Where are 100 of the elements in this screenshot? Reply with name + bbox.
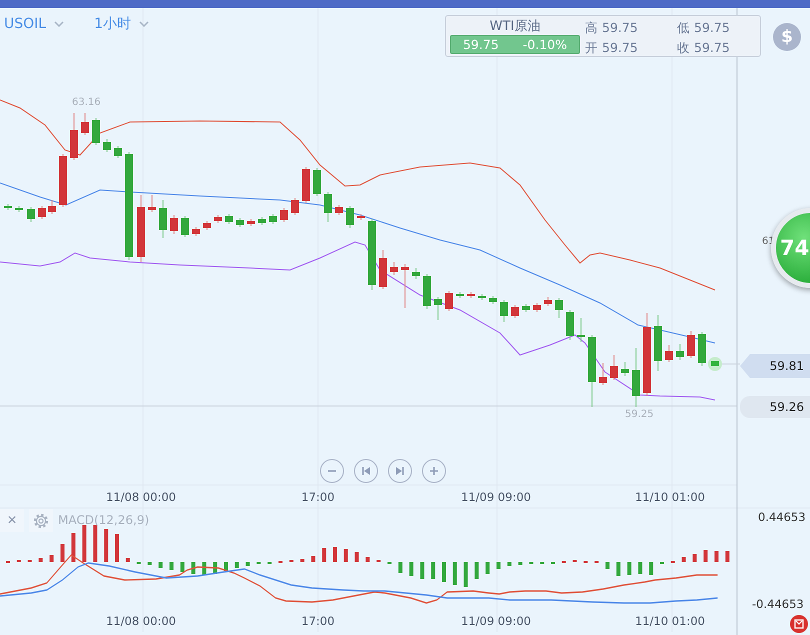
histogram-bar	[213, 562, 218, 574]
time-axis-label: 11/08 00:00	[105, 614, 177, 628]
reference-price-tag: 59.26	[740, 396, 810, 418]
histogram-bar	[420, 562, 424, 579]
histogram-bar	[474, 562, 479, 579]
symbol-dropdown[interactable]: USOIL	[4, 15, 64, 33]
candlestick	[357, 214, 365, 220]
histogram-bar	[627, 562, 632, 575]
candlestick	[170, 214, 178, 234]
histogram-bar	[246, 562, 250, 566]
skip-back-icon	[361, 466, 371, 476]
candlestick	[401, 264, 409, 308]
time-axis-label: 11/10 01:00	[634, 614, 706, 628]
score-value: 74	[780, 236, 810, 260]
candlestick	[555, 298, 563, 318]
stat-label: 开	[585, 38, 598, 56]
candlestick	[236, 218, 244, 228]
histogram-bar	[300, 559, 304, 562]
candlestick	[247, 218, 255, 226]
histogram-bar	[638, 562, 642, 574]
candlestick	[687, 330, 695, 358]
time-axis-label: 11/10 01:00	[634, 490, 706, 504]
zoom-out-button[interactable]	[320, 459, 344, 483]
histogram-bar	[409, 562, 414, 576]
candlestick	[159, 200, 167, 238]
candlestick	[137, 194, 145, 262]
histogram-bar	[496, 562, 500, 569]
candlestick	[15, 206, 23, 212]
candlestick	[599, 362, 607, 386]
candlestick	[665, 344, 673, 362]
current-price-tag: 59.81	[740, 354, 810, 378]
histogram-bar	[354, 552, 359, 562]
histogram-bar	[148, 562, 152, 565]
candlestick	[610, 354, 618, 380]
candlestick	[522, 304, 530, 312]
histogram-bar	[486, 562, 490, 574]
candlestick	[511, 304, 519, 318]
histogram-bar	[115, 534, 119, 562]
time-axis-label: 11/08 00:00	[105, 490, 177, 504]
indicator-title: MACD(12,26,9)	[58, 513, 150, 527]
candlestick	[38, 206, 46, 220]
histogram-bar	[191, 562, 196, 574]
candlestick	[489, 296, 497, 304]
histogram-bar	[60, 544, 64, 562]
interval-dropdown[interactable]: 1小时	[94, 15, 150, 33]
candlestick	[368, 218, 376, 290]
currency-button[interactable]: $	[773, 23, 801, 51]
candlestick	[27, 206, 35, 222]
candlestick	[324, 192, 332, 222]
histogram-bar	[398, 562, 402, 573]
candlestick	[632, 348, 640, 408]
histogram-bar	[170, 562, 174, 570]
zoom-in-button[interactable]	[422, 459, 446, 483]
high-price-label: 63.16	[72, 97, 101, 108]
candlestick	[114, 146, 122, 158]
histogram-bar	[452, 562, 457, 585]
histogram-bar	[649, 562, 654, 575]
candlestick	[335, 204, 343, 216]
histogram-bar	[507, 562, 512, 566]
histogram-bar	[333, 547, 337, 562]
candlestick	[103, 138, 111, 152]
histogram-bar	[71, 533, 76, 562]
candlestick	[654, 314, 662, 372]
scroll-start-button[interactable]	[354, 459, 378, 483]
chevron-down-icon	[139, 21, 150, 27]
time-axis-label: 11/09 09:00	[460, 614, 532, 628]
stat-value: 59.75	[602, 19, 638, 36]
histogram-bar	[682, 557, 686, 562]
close-button[interactable]: ×	[0, 509, 24, 532]
histogram-bar	[50, 555, 54, 562]
candlestick	[566, 310, 574, 340]
stat-label: 低	[677, 19, 690, 36]
price-change: -0.10%	[522, 36, 567, 53]
scroll-end-button[interactable]	[388, 459, 412, 483]
histogram-bar	[82, 525, 86, 562]
candlestick	[379, 250, 387, 290]
instrument-name: WTI原油	[490, 18, 540, 35]
histogram-bar	[606, 562, 610, 569]
candlestick	[456, 292, 464, 298]
settings-button[interactable]	[29, 509, 53, 532]
candlestick	[269, 214, 277, 224]
candlestick	[225, 214, 233, 224]
candlestick	[291, 198, 299, 216]
live-price-dot-icon	[708, 357, 722, 371]
candlestick	[302, 166, 310, 204]
stat-label: 高	[585, 19, 598, 36]
low-price-label: 59.25	[625, 409, 654, 420]
histogram-bar	[322, 548, 326, 562]
histogram-bar	[180, 562, 184, 572]
histogram-bar	[616, 562, 620, 576]
stat-value: 59.75	[602, 38, 638, 56]
histogram-bar	[704, 550, 708, 562]
histogram-bar	[344, 549, 348, 562]
candlestick	[59, 154, 67, 208]
candlestick	[412, 268, 420, 280]
candlestick	[577, 318, 585, 342]
time-axis-label: 17:00	[300, 490, 336, 504]
skip-forward-icon	[395, 466, 405, 476]
histogram-bar	[714, 551, 718, 562]
stat-value: 59.75	[694, 38, 730, 56]
